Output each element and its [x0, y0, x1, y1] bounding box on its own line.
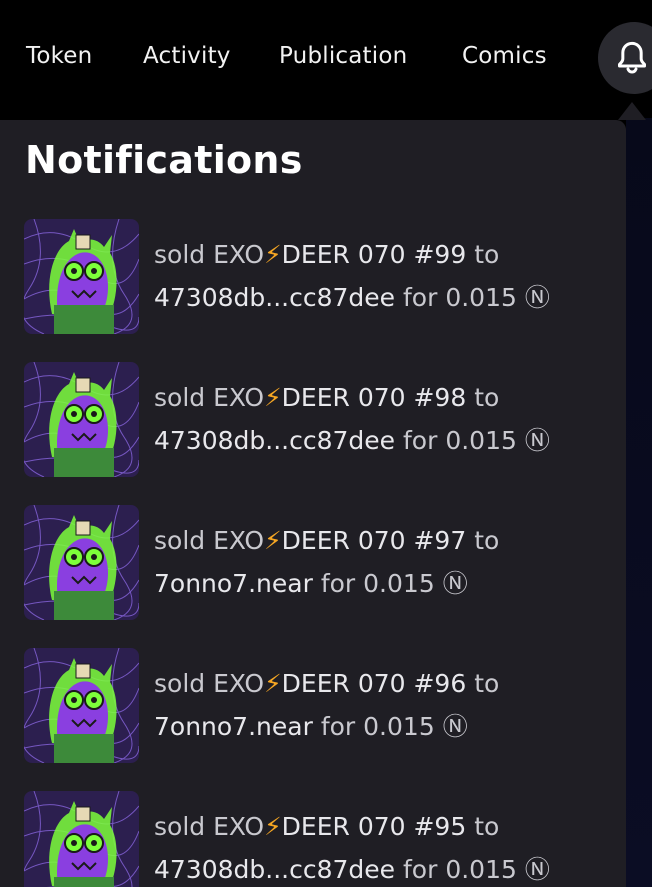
top-navigation: Token Activity Publication Comics: [0, 0, 652, 118]
action-text: sold EXO: [154, 526, 265, 555]
notifications-button[interactable]: [598, 22, 652, 94]
nft-thumbnail-image: [24, 219, 139, 334]
near-currency-icon: Ⓝ: [524, 426, 550, 455]
lightning-icon: ⚡: [264, 240, 282, 269]
nav-activity[interactable]: Activity: [143, 40, 231, 72]
lightning-icon: ⚡: [264, 669, 282, 698]
lightning-icon: ⚡: [264, 812, 282, 841]
notification-item[interactable]: sold EXO⚡DEER 070 #97 to 7onno7.near for …: [0, 505, 626, 625]
nav-comics[interactable]: Comics: [462, 40, 547, 72]
nft-thumbnail: [24, 219, 139, 334]
recipient-account[interactable]: 47308db...cc87dee: [154, 426, 395, 455]
nav-publication[interactable]: Publication: [279, 40, 407, 72]
token-name: DEER 070 #99: [281, 240, 467, 269]
recipient-account[interactable]: 47308db...cc87dee: [154, 283, 395, 312]
notification-item[interactable]: sold EXO⚡DEER 070 #95 to 47308db...cc87de…: [0, 791, 626, 887]
price-text: for 0.015: [403, 283, 517, 312]
nft-thumbnail-image: [24, 362, 139, 477]
notification-text: sold EXO⚡DEER 070 #95 to 47308db...cc87de…: [154, 805, 614, 887]
notification-item[interactable]: sold EXO⚡DEER 070 #99 to 47308db...cc87de…: [0, 219, 626, 339]
price-text: for 0.015: [320, 712, 435, 741]
nft-thumbnail-image: [24, 648, 139, 763]
notification-item[interactable]: sold EXO⚡DEER 070 #98 to 47308db...cc87de…: [0, 362, 626, 482]
nft-thumbnail-image: [24, 791, 139, 887]
to-text: to: [474, 240, 500, 269]
action-text: sold EXO: [154, 812, 265, 841]
recipient-account[interactable]: 7onno7.near: [154, 712, 313, 741]
near-currency-icon: Ⓝ: [524, 283, 550, 312]
nft-thumbnail: [24, 362, 139, 477]
action-text: sold EXO: [154, 383, 265, 412]
notifications-panel: Notifications sold EXO⚡DEER 070 #99 to 47…: [0, 120, 626, 887]
near-currency-icon: Ⓝ: [442, 712, 468, 741]
token-name: DEER 070 #96: [281, 669, 467, 698]
page-background: [626, 118, 652, 887]
notification-text: sold EXO⚡DEER 070 #96 to 7onno7.near for …: [154, 662, 614, 748]
nft-thumbnail: [24, 505, 139, 620]
action-text: sold EXO: [154, 240, 265, 269]
token-name: DEER 070 #98: [281, 383, 467, 412]
recipient-account[interactable]: 7onno7.near: [154, 569, 313, 598]
to-text: to: [474, 526, 500, 555]
price-text: for 0.015: [403, 855, 517, 884]
lightning-icon: ⚡: [264, 526, 282, 555]
price-text: for 0.015: [320, 569, 435, 598]
token-name: DEER 070 #97: [281, 526, 467, 555]
to-text: to: [474, 383, 500, 412]
near-currency-icon: Ⓝ: [524, 855, 550, 884]
nft-thumbnail-image: [24, 505, 139, 620]
notification-text: sold EXO⚡DEER 070 #99 to 47308db...cc87de…: [154, 233, 614, 319]
notification-text: sold EXO⚡DEER 070 #97 to 7onno7.near for …: [154, 519, 614, 605]
nft-thumbnail: [24, 648, 139, 763]
near-currency-icon: Ⓝ: [442, 569, 468, 598]
to-text: to: [474, 812, 500, 841]
action-text: sold EXO: [154, 669, 265, 698]
bell-icon: [618, 41, 646, 74]
price-text: for 0.015: [403, 426, 517, 455]
lightning-icon: ⚡: [264, 383, 282, 412]
token-name: DEER 070 #95: [281, 812, 467, 841]
notification-text: sold EXO⚡DEER 070 #98 to 47308db...cc87de…: [154, 376, 614, 462]
notification-item[interactable]: sold EXO⚡DEER 070 #96 to 7onno7.near for …: [0, 648, 626, 768]
nav-token[interactable]: Token: [26, 40, 92, 72]
nft-thumbnail: [24, 791, 139, 887]
panel-title: Notifications: [25, 138, 303, 182]
dropdown-caret: [618, 102, 646, 120]
recipient-account[interactable]: 47308db...cc87dee: [154, 855, 395, 884]
to-text: to: [474, 669, 500, 698]
